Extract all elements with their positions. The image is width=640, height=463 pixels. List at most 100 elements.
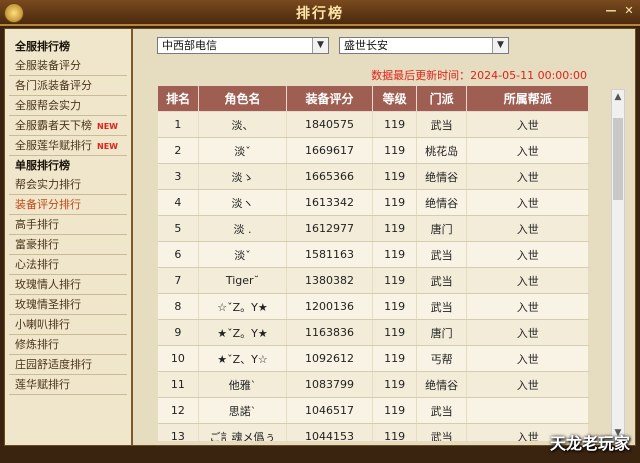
column-header[interactable]: 等级 xyxy=(372,85,417,112)
table-cell: 1092612 xyxy=(286,345,374,372)
table-row[interactable]: 4 淡ヽ 1613342 119 绝情谷 入世 xyxy=(157,189,589,216)
table-cell: ★ˇZ。Y★ xyxy=(198,319,287,346)
table-row[interactable]: 10 ★ˇZ、Y☆ 1092612 119 丐帮 入世 xyxy=(157,345,589,372)
new-badge: NEW xyxy=(97,142,118,151)
column-header[interactable]: 角色名 xyxy=(198,85,287,112)
minimize-button[interactable]: — xyxy=(604,4,618,18)
table-cell: 1200136 xyxy=(286,293,374,320)
table-cell: ☆ˇZ。Y★ xyxy=(198,293,287,320)
sidebar-item[interactable]: 修炼排行 xyxy=(9,335,127,355)
sidebar-menu: 全服排行榜 全服装备评分 各门派装备评分 全服帮会实力 全服霸者天下榜 NEW 全服莲华赋排… xyxy=(5,29,133,445)
scroll-up-icon[interactable]: ▲ xyxy=(612,90,624,104)
watermark: 天龙老玩家 xyxy=(549,434,630,453)
table-row[interactable]: 6 淡ˇ 1581163 119 武当 入世 xyxy=(157,241,589,268)
table-row[interactable]: 8 ☆ˇZ。Y★ 1200136 119 武当 入世 xyxy=(157,293,589,320)
sidebar-item[interactable]: 富豪排行 xyxy=(9,235,127,255)
sidebar-item[interactable]: 玫瑰情人排行 xyxy=(9,275,127,295)
column-header[interactable]: 排名 xyxy=(157,85,200,112)
table-cell: 绝情谷 xyxy=(416,189,468,216)
table-cell: 119 xyxy=(372,423,417,441)
table-row[interactable]: 3 淡ゝ 1665366 119 绝情谷 入世 xyxy=(157,163,589,190)
sidebar-item[interactable]: 帮会实力排行 xyxy=(9,175,127,195)
close-button[interactable]: ✕ xyxy=(622,4,636,18)
table-row[interactable]: 12 思諾` 1046517 119 武当 xyxy=(157,397,589,424)
table-cell: 唐门 xyxy=(416,319,468,346)
sidebar-item[interactable]: 全服装备评分 xyxy=(9,56,127,76)
table-cell: 淡ヽ xyxy=(198,189,287,216)
table-cell: 淡 . xyxy=(198,215,287,242)
table-cell: 119 xyxy=(372,371,417,398)
table-cell: 1665366 xyxy=(286,163,374,190)
table-cell: 丐帮 xyxy=(416,345,468,372)
sidebar-item-label: 全服排行榜 xyxy=(15,40,70,53)
chevron-down-icon[interactable]: ▼ xyxy=(312,38,328,53)
table-cell: 2 xyxy=(157,137,200,164)
table-row[interactable]: 11 他雅` 1083799 119 绝情谷 入世 xyxy=(157,371,589,398)
table-cell: 1669617 xyxy=(286,137,374,164)
sidebar-item[interactable]: 全服帮会实力 xyxy=(9,96,127,116)
window-bottom-border xyxy=(0,446,640,463)
title-bar[interactable]: 排行榜 — ✕ xyxy=(0,0,640,26)
table-cell: 淡ˇ xyxy=(198,137,287,164)
table-cell: 武当 xyxy=(416,293,468,320)
table-cell: 7 xyxy=(157,267,200,294)
sidebar-item[interactable]: 全服霸者天下榜 NEW xyxy=(9,116,127,136)
window-body: 全服排行榜 全服装备评分 各门派装备评分 全服帮会实力 全服霸者天下榜 NEW 全服莲华赋排… xyxy=(4,28,636,446)
sidebar-item[interactable]: 小喇叭排行 xyxy=(9,315,127,335)
column-header[interactable]: 装备评分 xyxy=(285,85,374,112)
table-cell: ご訁魂メ僞ぅ xyxy=(198,423,287,441)
table-cell: 1380382 xyxy=(286,267,374,294)
chevron-down-icon[interactable]: ▼ xyxy=(492,38,508,53)
table-cell: 淡、 xyxy=(198,111,287,138)
table-cell: 桃花岛 xyxy=(416,137,468,164)
sidebar-section-header: 单服排行榜 xyxy=(9,156,127,175)
region-select-value: 中西部电信 xyxy=(162,39,217,52)
table-cell: 武当 xyxy=(416,111,468,138)
column-header[interactable]: 门派 xyxy=(415,85,468,112)
table-cell: 入世 xyxy=(466,293,589,320)
sidebar-item[interactable]: 各门派装备评分 xyxy=(9,76,127,96)
table-row[interactable]: 2 淡ˇ 1669617 119 桃花岛 入世 xyxy=(157,137,589,164)
table-cell: 武当 xyxy=(416,267,468,294)
table-cell: 1613342 xyxy=(286,189,374,216)
sidebar-item[interactable]: 玫瑰情圣排行 xyxy=(9,295,127,315)
ranking-table: 排名 角色名 装备评分 等级 门派 所属帮派 1 淡、 1840575 119 武当 入世… xyxy=(157,85,589,441)
table-row[interactable]: 7 Tiger˘ 1380382 119 武当 入世 xyxy=(157,267,589,294)
table-cell: 他雅` xyxy=(198,371,287,398)
sidebar-item[interactable]: 高手排行 xyxy=(9,215,127,235)
table-cell: 武当 xyxy=(416,423,468,441)
table-cell: 绝情谷 xyxy=(416,163,468,190)
table-cell: 入世 xyxy=(466,111,589,138)
table-cell: 1163836 xyxy=(286,319,374,346)
table-cell: 6 xyxy=(157,241,200,268)
table-cell: 12 xyxy=(157,397,200,424)
table-cell: 入世 xyxy=(466,319,589,346)
table-cell: 入世 xyxy=(466,137,589,164)
window-title: 排行榜 xyxy=(296,6,344,22)
column-header[interactable]: 所属帮派 xyxy=(466,85,589,112)
sidebar-item-label: 庄园舒适度排行 xyxy=(15,358,92,371)
table-cell: 119 xyxy=(372,163,417,190)
scrollbar-thumb[interactable] xyxy=(613,118,623,200)
sidebar-item[interactable]: 心法排行 xyxy=(9,255,127,275)
table-cell: 1046517 xyxy=(286,397,374,424)
table-cell: 1840575 xyxy=(286,111,374,138)
table-row[interactable]: 1 淡、 1840575 119 武当 入世 xyxy=(157,111,589,138)
sidebar-item-label: 单服排行榜 xyxy=(15,159,70,172)
sidebar-item[interactable]: 全服莲华赋排行 NEW xyxy=(9,136,127,156)
table-cell: 入世 xyxy=(466,215,589,242)
table-cell: 5 xyxy=(157,215,200,242)
sidebar-item[interactable]: 装备评分排行 xyxy=(9,195,127,215)
sidebar-item-label: 全服霸者天下榜 xyxy=(15,119,92,132)
region-select[interactable]: 中西部电信 ▼ xyxy=(157,37,329,54)
table-row[interactable]: 13 ご訁魂メ僞ぅ 1044153 119 武当 入世 xyxy=(157,423,589,441)
ranking-table-container: 排名 角色名 装备评分 等级 门派 所属帮派 1 淡、 1840575 119 武当 入世… xyxy=(157,85,589,441)
main-panel: 中西部电信 ▼ 盛世长安 ▼ 数据最后更新时间：2024-05-11 00:00… xyxy=(135,29,635,445)
table-row[interactable]: 5淡 . 1612977 119 唐门 入世 xyxy=(157,215,589,242)
sidebar-item[interactable]: 庄园舒适度排行 xyxy=(9,355,127,375)
table-cell: 13 xyxy=(157,423,200,441)
server-select[interactable]: 盛世长安 ▼ xyxy=(339,37,509,54)
sidebar-item[interactable]: 莲华赋排行 xyxy=(9,375,127,395)
table-row[interactable]: 9 ★ˇZ。Y★ 1163836 119 唐门 入世 xyxy=(157,319,589,346)
table-scrollbar[interactable]: ▲ ▼ xyxy=(611,89,625,441)
